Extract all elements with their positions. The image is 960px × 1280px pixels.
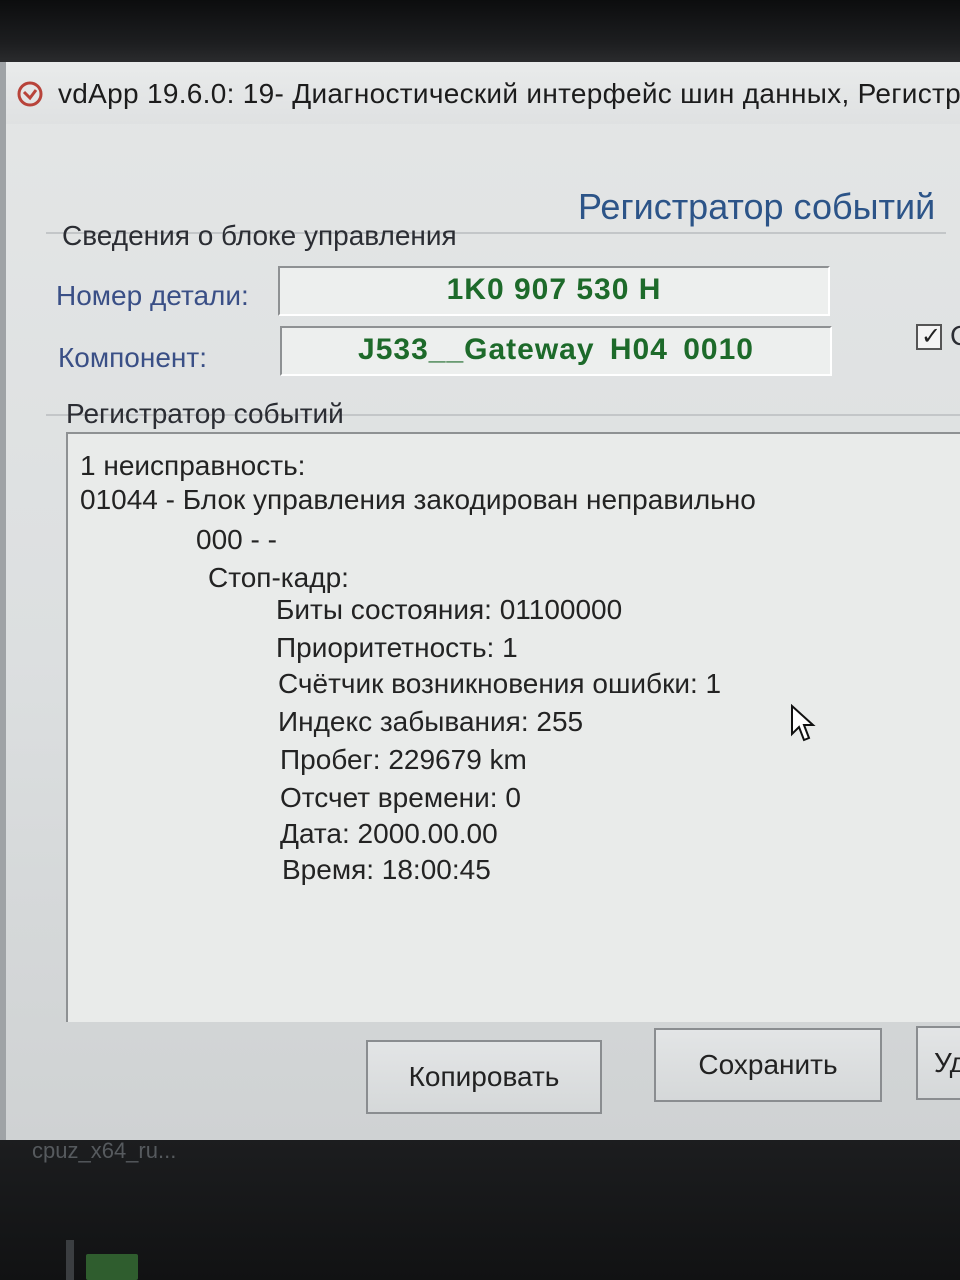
log-line-time-counter: Отсчет времени: 0: [280, 782, 521, 813]
option-checkbox[interactable]: ✓: [916, 323, 942, 350]
log-line-fault-subcode: 000 - -: [196, 524, 277, 555]
vdapp-window: vdApp 19.6.0: 19- Диагностический интерф…: [0, 62, 960, 1140]
component-field[interactable]: J533__Gateway H04 0010: [280, 326, 832, 376]
copy-button[interactable]: Копировать: [366, 1040, 602, 1114]
screen-bezel: [0, 0, 960, 62]
part-number-label: Номер детали:: [56, 280, 249, 311]
save-button[interactable]: Сохранить: [654, 1028, 882, 1102]
log-line-freeze-frame: Стоп-кадр:: [208, 562, 349, 593]
checkmark-icon: ✓: [921, 323, 942, 350]
desktop-shortcut-icon[interactable]: [66, 1240, 74, 1280]
event-log-textarea[interactable]: 1 неисправность: 01044 - Блок управления…: [66, 432, 960, 1022]
log-line-mileage: Пробег: 229679 km: [280, 744, 527, 775]
vdapp-logo-icon: [17, 81, 43, 107]
control-unit-group-label: Сведения о блоке управления: [62, 220, 457, 251]
log-line-time: Время: 18:00:45: [282, 854, 491, 885]
log-line-status-bits: Биты состояния: 01100000: [276, 594, 623, 625]
option-checkbox-label: С: [950, 320, 960, 352]
page-title: Регистратор событий: [578, 186, 936, 227]
part-number-field[interactable]: 1K0 907 530 H: [278, 266, 830, 316]
log-line-date: Дата: 2000.00.00: [280, 818, 498, 849]
mouse-cursor-icon: [791, 704, 816, 742]
log-line-fault-code: 01044 - Блок управления закодирован непр…: [80, 484, 756, 515]
title-bar[interactable]: vdApp 19.6.0: 19- Диагностический интерф…: [6, 62, 960, 124]
taskbar-item[interactable]: cpuz_x64_ru...: [32, 1138, 176, 1164]
log-line-forget-index: Индекс забывания: 255: [278, 706, 584, 737]
log-line-priority: Приоритетность: 1: [276, 632, 518, 663]
window-title: vdApp 19.6.0: 19- Диагностический интерф…: [58, 78, 960, 109]
log-line-fault-count: 1 неисправность:: [80, 450, 306, 481]
component-value: J533__Gateway H04 0010: [358, 333, 754, 366]
component-label: Компонент:: [58, 342, 207, 373]
delete-button[interactable]: Уд: [916, 1026, 960, 1100]
part-number-value: 1K0 907 530 H: [446, 273, 662, 306]
log-line-occurrence-counter: Счётчик возникновения ошибки: 1: [278, 668, 722, 699]
tray-app-icon[interactable]: [86, 1254, 138, 1280]
event-log-group-label: Регистратор событий: [66, 398, 344, 429]
